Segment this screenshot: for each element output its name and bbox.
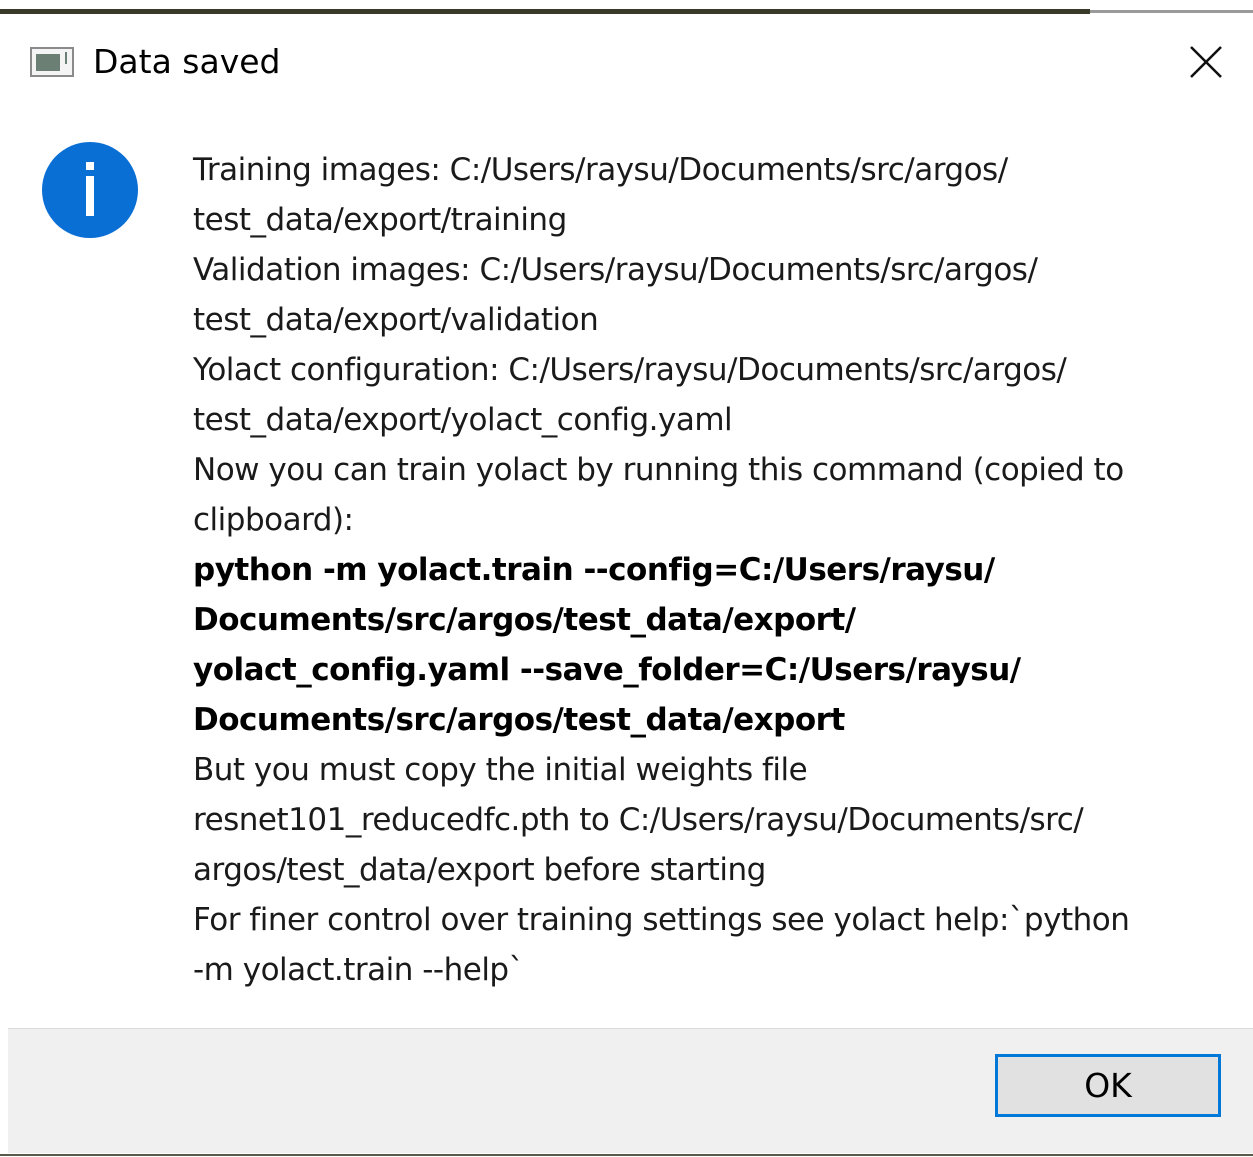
app-window-icon-bar	[65, 52, 67, 64]
background-window-bottom	[0, 1153, 1253, 1157]
message-line: Training images: C:/Users/raysu/Document…	[193, 152, 1008, 188]
title-bar[interactable]: Data saved	[0, 14, 1253, 110]
message-line: Now you can train yolact by running this…	[193, 452, 1124, 488]
information-icon	[42, 142, 138, 238]
app-window-icon-fill	[36, 54, 60, 71]
close-button[interactable]	[1178, 40, 1234, 84]
message-line: But you must copy the initial weights fi…	[193, 752, 808, 788]
dialog-title: Data saved	[93, 42, 281, 81]
message-line: argos/test_data/export before starting	[193, 852, 766, 888]
message-text: Training images: C:/Users/raysu/Document…	[193, 145, 1238, 995]
message-line: Validation images: C:/Users/raysu/Docume…	[193, 252, 1038, 288]
command-line-text: Documents/src/argos/test_data/export	[193, 702, 845, 738]
message-line: test_data/export/training	[193, 202, 567, 238]
command-line-text: python -m yolact.train --config=C:/Users…	[193, 552, 995, 588]
background-window-bar-light	[1090, 10, 1253, 13]
command-line-text: Documents/src/argos/test_data/export/	[193, 602, 856, 638]
message-line: resnet101_reducedfc.pth to C:/Users/rays…	[193, 802, 1084, 838]
background-window-bottom-bar	[0, 1154, 1253, 1156]
dialog-content: Training images: C:/Users/raysu/Document…	[0, 110, 1253, 1028]
message-line: clipboard):	[193, 502, 354, 538]
app-window-icon	[30, 47, 74, 77]
message-line: test_data/export/yolact_config.yaml	[193, 402, 733, 438]
message-line: For finer control over training settings…	[193, 902, 1130, 938]
close-icon	[1190, 46, 1222, 78]
background-window-edge	[0, 0, 1253, 14]
message-line: test_data/export/validation	[193, 302, 599, 338]
command-line-text: yolact_config.yaml --save_folder=C:/User…	[193, 652, 1021, 688]
dialog-footer: OK	[8, 1028, 1253, 1153]
ok-button[interactable]: OK	[995, 1054, 1221, 1117]
message-dialog: Data saved Training images: C:/Users/ray…	[0, 0, 1253, 1157]
message-line: -m yolact.train --help`	[193, 952, 524, 988]
message-line: Yolact configuration: C:/Users/raysu/Doc…	[193, 352, 1067, 388]
